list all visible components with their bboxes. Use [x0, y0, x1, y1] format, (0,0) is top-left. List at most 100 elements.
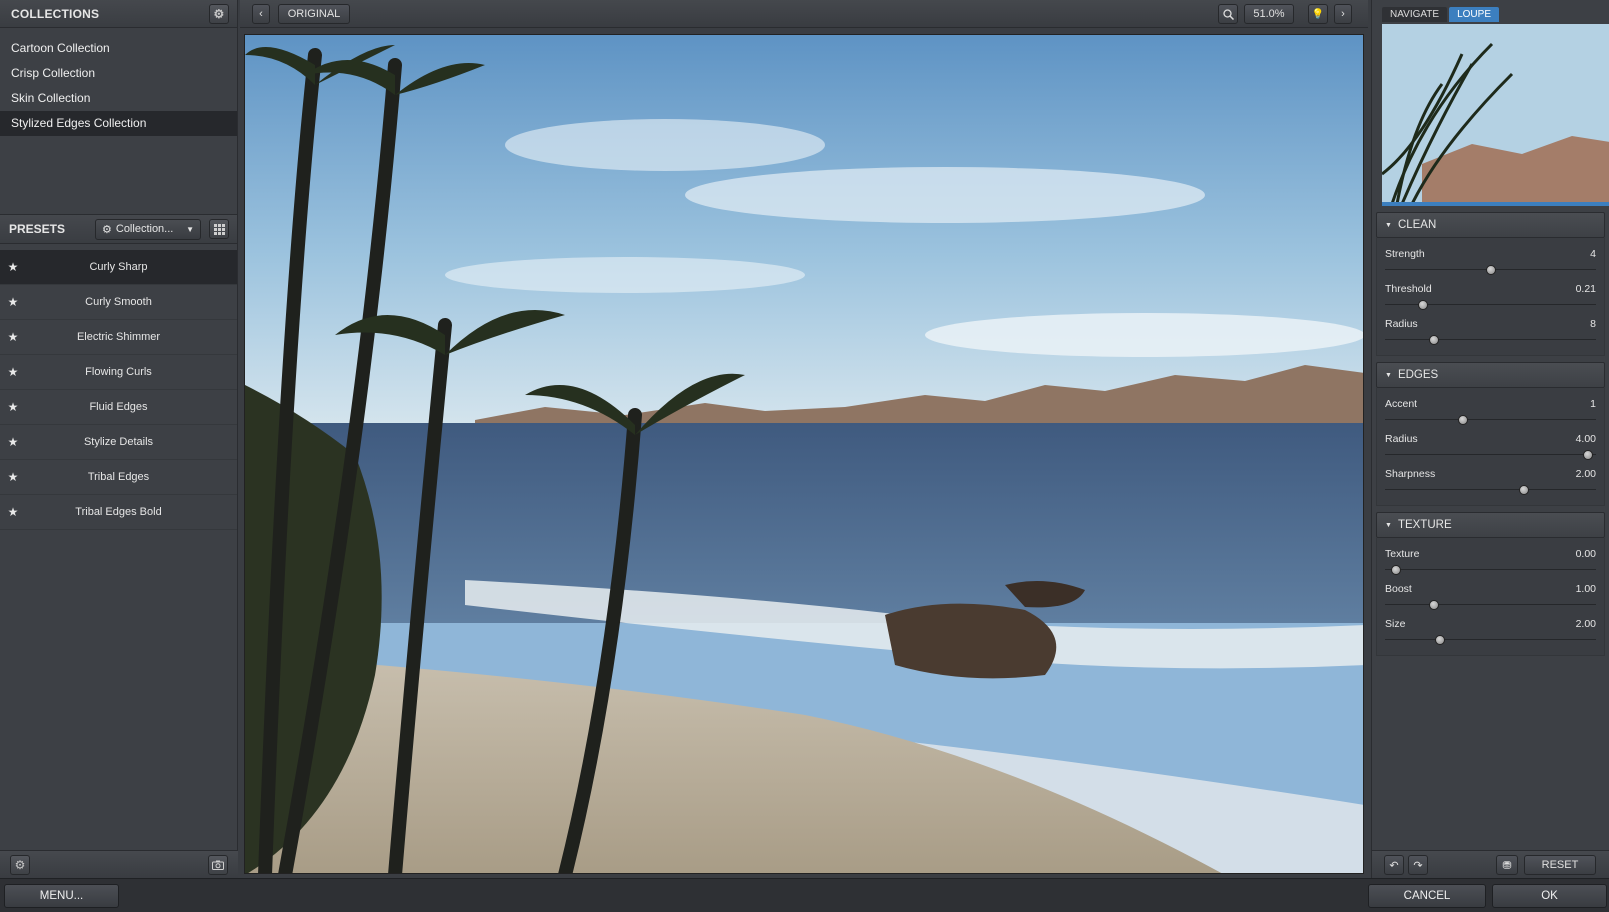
slider-label: Texture: [1385, 548, 1420, 560]
gear-icon: ⚙: [102, 223, 112, 236]
loupe-preview[interactable]: [1382, 24, 1609, 206]
camera-icon: [212, 860, 224, 870]
grid-view-button[interactable]: [209, 219, 229, 239]
star-icon[interactable]: ★: [0, 260, 26, 274]
preset-item-flowing-curls[interactable]: ★ Flowing Curls: [0, 355, 237, 390]
stamp-icon: ⛃: [1502, 859, 1512, 872]
collections-settings-button[interactable]: ⚙: [209, 3, 229, 24]
slider-radius[interactable]: Radius 8: [1385, 314, 1596, 349]
preset-item-tribal-edges-bold[interactable]: ★ Tribal Edges Bold: [0, 495, 237, 530]
lightbulb-button[interactable]: 💡: [1308, 4, 1328, 24]
section-clean-header[interactable]: ▼ CLEAN: [1376, 212, 1605, 238]
stamp-button[interactable]: ⛃: [1496, 855, 1518, 875]
disclosure-triangle-icon: ▼: [1385, 521, 1392, 529]
preset-item-electric-shimmer[interactable]: ★ Electric Shimmer: [0, 320, 237, 355]
slider-value[interactable]: 0.21: [1576, 283, 1596, 295]
original-button[interactable]: ORIGINAL: [278, 4, 350, 24]
section-edges: ▼ EDGES Accent 1 Radius 4.00 Sharpness 2…: [1376, 362, 1605, 506]
image-preview[interactable]: [244, 34, 1364, 874]
menu-button[interactable]: MENU...: [4, 884, 119, 908]
slider-boost[interactable]: Boost 1.00: [1385, 579, 1596, 614]
collection-item-cartoon[interactable]: Cartoon Collection: [0, 36, 237, 61]
app-window: COLLECTIONS ⚙ Cartoon Collection Crisp C…: [0, 0, 1609, 912]
slider-value[interactable]: 8: [1590, 318, 1596, 330]
slider-track[interactable]: [1385, 454, 1596, 455]
slider-knob[interactable]: [1519, 485, 1530, 495]
collection-item-crisp[interactable]: Crisp Collection: [0, 61, 237, 86]
tab-navigate[interactable]: NAVIGATE: [1382, 7, 1448, 22]
slider-knob[interactable]: [1485, 265, 1496, 275]
slider-accent[interactable]: Accent 1: [1385, 394, 1596, 429]
right-panel: NAVIGATE LOUPE ▼ CLEAN Strength 4 Thresh…: [1371, 0, 1609, 878]
preset-item-tribal-edges[interactable]: ★ Tribal Edges: [0, 460, 237, 495]
slider-value[interactable]: 1: [1590, 398, 1596, 410]
slider-track[interactable]: [1385, 419, 1596, 420]
loupe-image: [1382, 24, 1609, 202]
preset-item-curly-sharp[interactable]: ★ Curly Sharp: [0, 250, 237, 285]
slider-knob[interactable]: [1390, 565, 1401, 575]
star-icon[interactable]: ★: [0, 505, 26, 519]
grid-icon: [213, 223, 225, 235]
slider-knob[interactable]: [1428, 335, 1439, 345]
slider-sharpness[interactable]: Sharpness 2.00: [1385, 464, 1596, 499]
star-icon[interactable]: ★: [0, 435, 26, 449]
section-edges-header[interactable]: ▼ EDGES: [1376, 362, 1605, 388]
slider-track[interactable]: [1385, 639, 1596, 640]
star-icon[interactable]: ★: [0, 365, 26, 379]
slider-value[interactable]: 4.00: [1576, 433, 1596, 445]
collections-header: COLLECTIONS ⚙: [0, 0, 237, 28]
slider-track[interactable]: [1385, 489, 1596, 490]
gear-icon: ⚙: [213, 6, 225, 21]
slider-track[interactable]: [1385, 339, 1596, 340]
slider-knob[interactable]: [1417, 300, 1428, 310]
slider-strength[interactable]: Strength 4: [1385, 244, 1596, 279]
slider-track[interactable]: [1385, 304, 1596, 305]
slider-knob[interactable]: [1458, 415, 1469, 425]
preferences-button[interactable]: ⚙: [10, 854, 30, 875]
preset-item-fluid-edges[interactable]: ★ Fluid Edges: [0, 390, 237, 425]
slider-value[interactable]: 2.00: [1576, 618, 1596, 630]
zoom-level-field[interactable]: 51.0%: [1244, 4, 1294, 24]
slider-threshold[interactable]: Threshold 0.21: [1385, 279, 1596, 314]
redo-button[interactable]: ↷: [1408, 855, 1428, 875]
slider-knob[interactable]: [1434, 635, 1445, 645]
zoom-button[interactable]: [1218, 4, 1238, 24]
star-icon[interactable]: ★: [0, 470, 26, 484]
collection-item-stylized-edges[interactable]: Stylized Edges Collection: [0, 111, 237, 136]
prev-button[interactable]: ‹: [252, 4, 270, 24]
slider-edges-radius[interactable]: Radius 4.00: [1385, 429, 1596, 464]
slider-knob[interactable]: [1582, 450, 1593, 460]
preset-label: Stylize Details: [83, 436, 154, 448]
reset-button[interactable]: RESET: [1524, 855, 1596, 875]
search-icon: [1222, 8, 1234, 20]
section-texture-header[interactable]: ▼ TEXTURE: [1376, 512, 1605, 538]
next-button[interactable]: ›: [1334, 4, 1352, 24]
collection-dropdown[interactable]: ⚙ Collection... ▼: [95, 218, 201, 240]
slider-value[interactable]: 2.00: [1576, 468, 1596, 480]
preset-label: Curly Smooth: [85, 296, 152, 308]
star-icon[interactable]: ★: [0, 400, 26, 414]
cancel-button[interactable]: CANCEL: [1368, 884, 1486, 908]
collections-list: Cartoon Collection Crisp Collection Skin…: [0, 28, 237, 214]
section-title: TEXTURE: [1397, 519, 1452, 531]
slider-knob[interactable]: [1428, 600, 1439, 610]
slider-track[interactable]: [1385, 569, 1596, 570]
disclosure-triangle-icon: ▼: [1385, 221, 1392, 229]
undo-button[interactable]: ↶: [1384, 855, 1404, 875]
star-icon[interactable]: ★: [0, 330, 26, 344]
preset-item-stylize-details[interactable]: ★ Stylize Details: [0, 425, 237, 460]
slider-value[interactable]: 4: [1590, 248, 1596, 260]
chevron-down-icon: ▼: [186, 224, 194, 234]
section-texture-body: Texture 0.00 Boost 1.00 Size 2.00: [1376, 538, 1605, 656]
tab-loupe[interactable]: LOUPE: [1449, 7, 1499, 22]
star-icon[interactable]: ★: [0, 295, 26, 309]
snapshot-button[interactable]: [208, 854, 228, 875]
slider-value[interactable]: 0.00: [1576, 548, 1596, 560]
slider-value[interactable]: 1.00: [1576, 583, 1596, 595]
slider-texture[interactable]: Texture 0.00: [1385, 544, 1596, 579]
ok-button[interactable]: OK: [1492, 884, 1607, 908]
slider-size[interactable]: Size 2.00: [1385, 614, 1596, 649]
collection-item-skin[interactable]: Skin Collection: [0, 86, 237, 111]
slider-track[interactable]: [1385, 604, 1596, 605]
preset-item-curly-smooth[interactable]: ★ Curly Smooth: [0, 285, 237, 320]
